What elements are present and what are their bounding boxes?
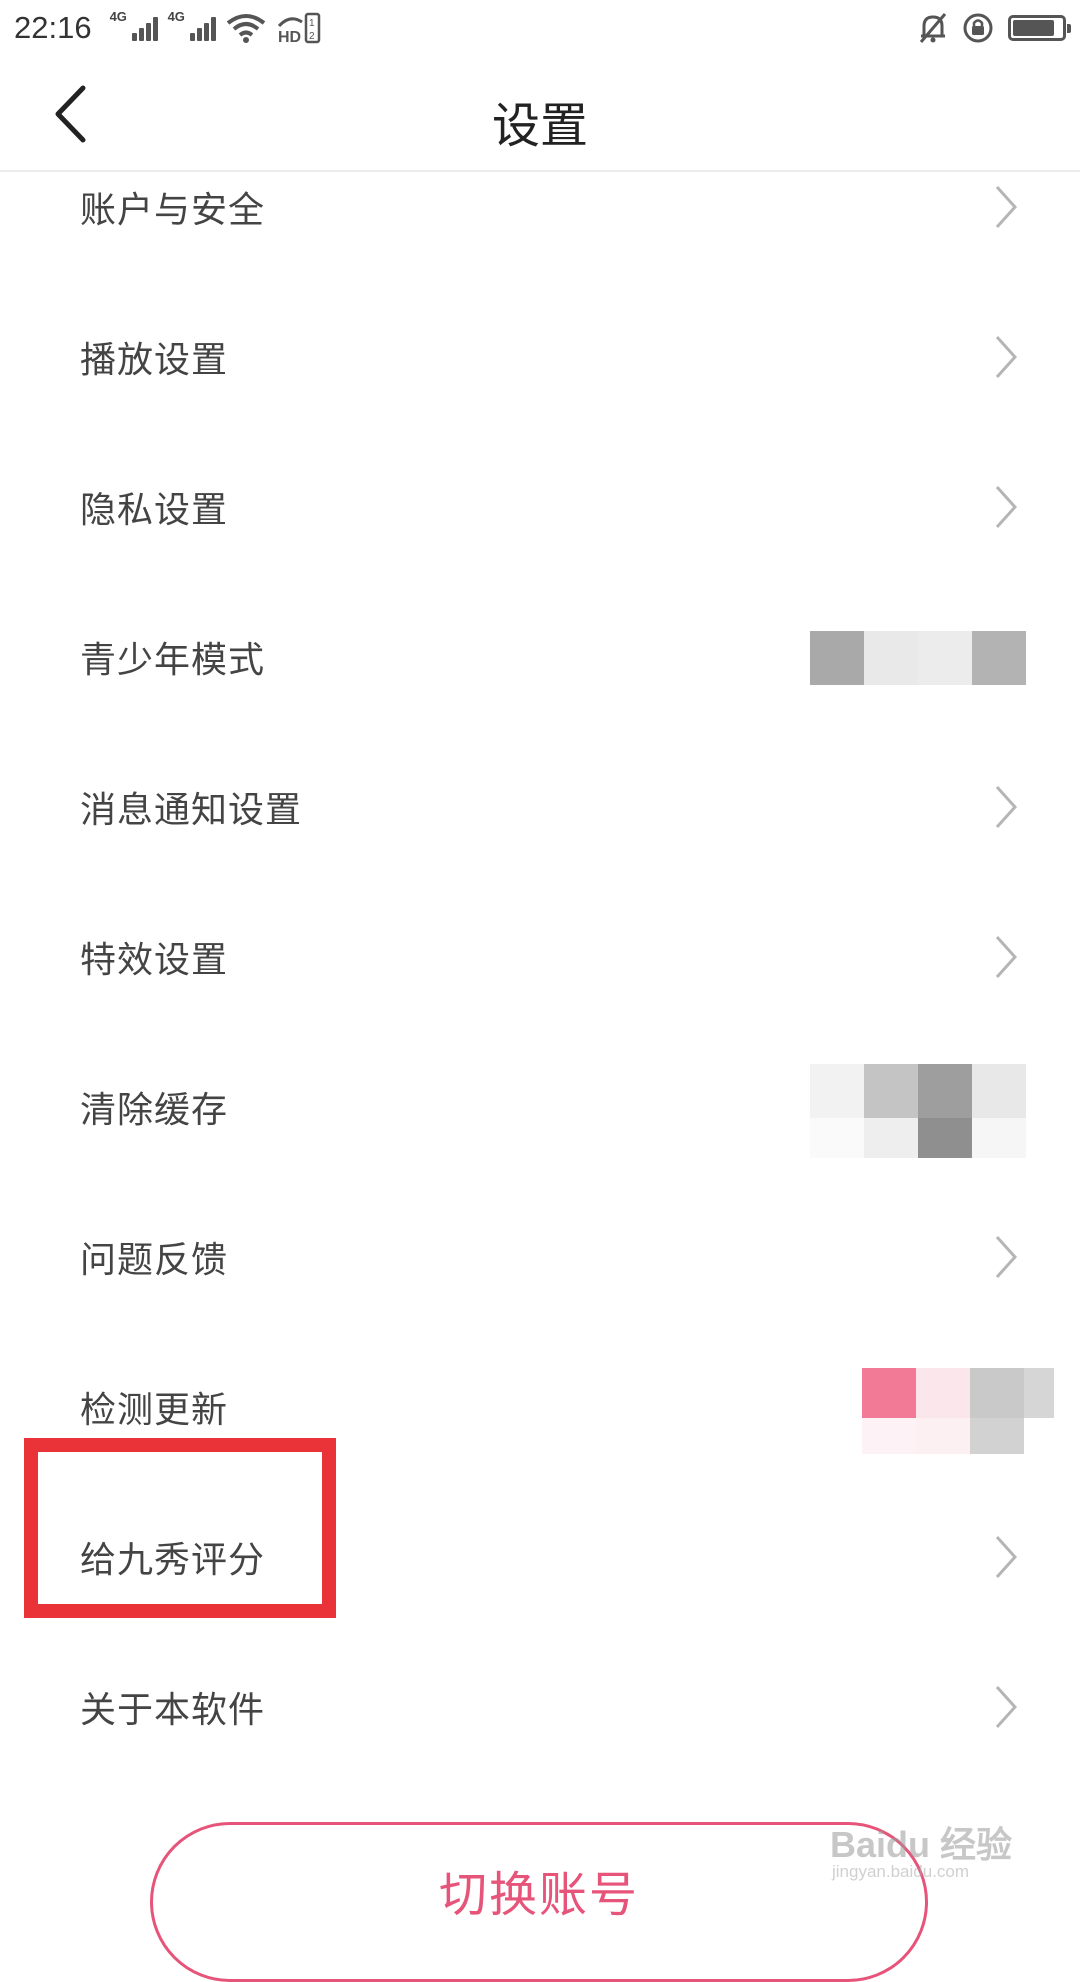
network-type: 4G xyxy=(109,9,127,24)
pixelated-status xyxy=(810,631,1026,685)
watermark-text: Baidu 经验 xyxy=(830,1824,1013,1865)
settings-item-notifications[interactable]: 消息通知设置 xyxy=(0,742,1080,872)
svg-text:1: 1 xyxy=(309,18,315,29)
battery-fill xyxy=(1013,20,1054,36)
hd-icon: HD 1 2 xyxy=(277,12,320,44)
pixelated-cache-size xyxy=(810,1064,1026,1158)
settings-item-label: 消息通知设置 xyxy=(80,790,303,831)
signal-icon: 4G xyxy=(110,9,158,41)
chevron-right-icon xyxy=(995,1685,1018,1729)
mute-icon xyxy=(919,13,947,43)
settings-item-feedback[interactable]: 问题反馈 xyxy=(0,1192,1080,1322)
svg-text:HD: HD xyxy=(278,29,301,44)
chevron-right-icon xyxy=(995,785,1018,829)
watermark-sub: jingyan.baidu.com xyxy=(832,1862,970,1881)
settings-item-privacy[interactable]: 隐私设置 xyxy=(0,442,1080,572)
settings-item-label: 问题反馈 xyxy=(80,1240,229,1281)
settings-item-account-security[interactable]: 账户与安全 xyxy=(0,142,1080,272)
status-right xyxy=(918,12,1071,44)
status-time: 22:16 xyxy=(14,10,92,45)
baidu-watermark: Baidu 经验 jingyan.baidu.com xyxy=(822,1806,1032,1886)
svg-text:2: 2 xyxy=(309,31,315,42)
settings-item-label: 账户与安全 xyxy=(80,190,266,231)
status-left: 22:16 4G 4G HD 1 2 xyxy=(14,9,322,46)
settings-item-teen-mode[interactable]: 青少年模式 xyxy=(0,592,1080,722)
switch-account-label: 切换账号 xyxy=(438,1867,639,1923)
battery-icon xyxy=(1008,15,1071,41)
rotation-lock-icon xyxy=(963,13,993,43)
settings-item-about[interactable]: 关于本软件 xyxy=(0,1642,1080,1772)
pixelated-update-badge xyxy=(862,1368,1054,1454)
chevron-right-icon xyxy=(995,935,1018,979)
settings-item-label: 清除缓存 xyxy=(80,1090,229,1131)
chevron-right-icon xyxy=(995,1235,1018,1279)
chevron-right-icon xyxy=(995,185,1018,229)
settings-item-label: 青少年模式 xyxy=(80,640,266,681)
highlight-box xyxy=(24,1438,336,1618)
settings-item-clear-cache[interactable]: 清除缓存 xyxy=(0,1042,1080,1172)
chevron-right-icon xyxy=(995,485,1018,529)
settings-item-label: 检测更新 xyxy=(80,1390,229,1431)
chevron-right-icon xyxy=(995,1535,1018,1579)
network-type: 4G xyxy=(167,9,185,24)
settings-item-label: 隐私设置 xyxy=(80,490,229,531)
chevron-right-icon xyxy=(995,335,1018,379)
signal-icon: 4G xyxy=(168,9,216,41)
switch-account-button[interactable]: 切换账号 xyxy=(150,1822,928,1982)
status-bar: 22:16 4G 4G HD 1 2 xyxy=(0,0,1080,56)
settings-item-playback[interactable]: 播放设置 xyxy=(0,292,1080,422)
settings-item-label: 播放设置 xyxy=(80,340,229,381)
settings-item-label: 特效设置 xyxy=(80,940,229,981)
wifi-icon xyxy=(226,14,265,43)
settings-item-effects[interactable]: 特效设置 xyxy=(0,892,1080,1022)
settings-item-label: 关于本软件 xyxy=(80,1690,266,1731)
